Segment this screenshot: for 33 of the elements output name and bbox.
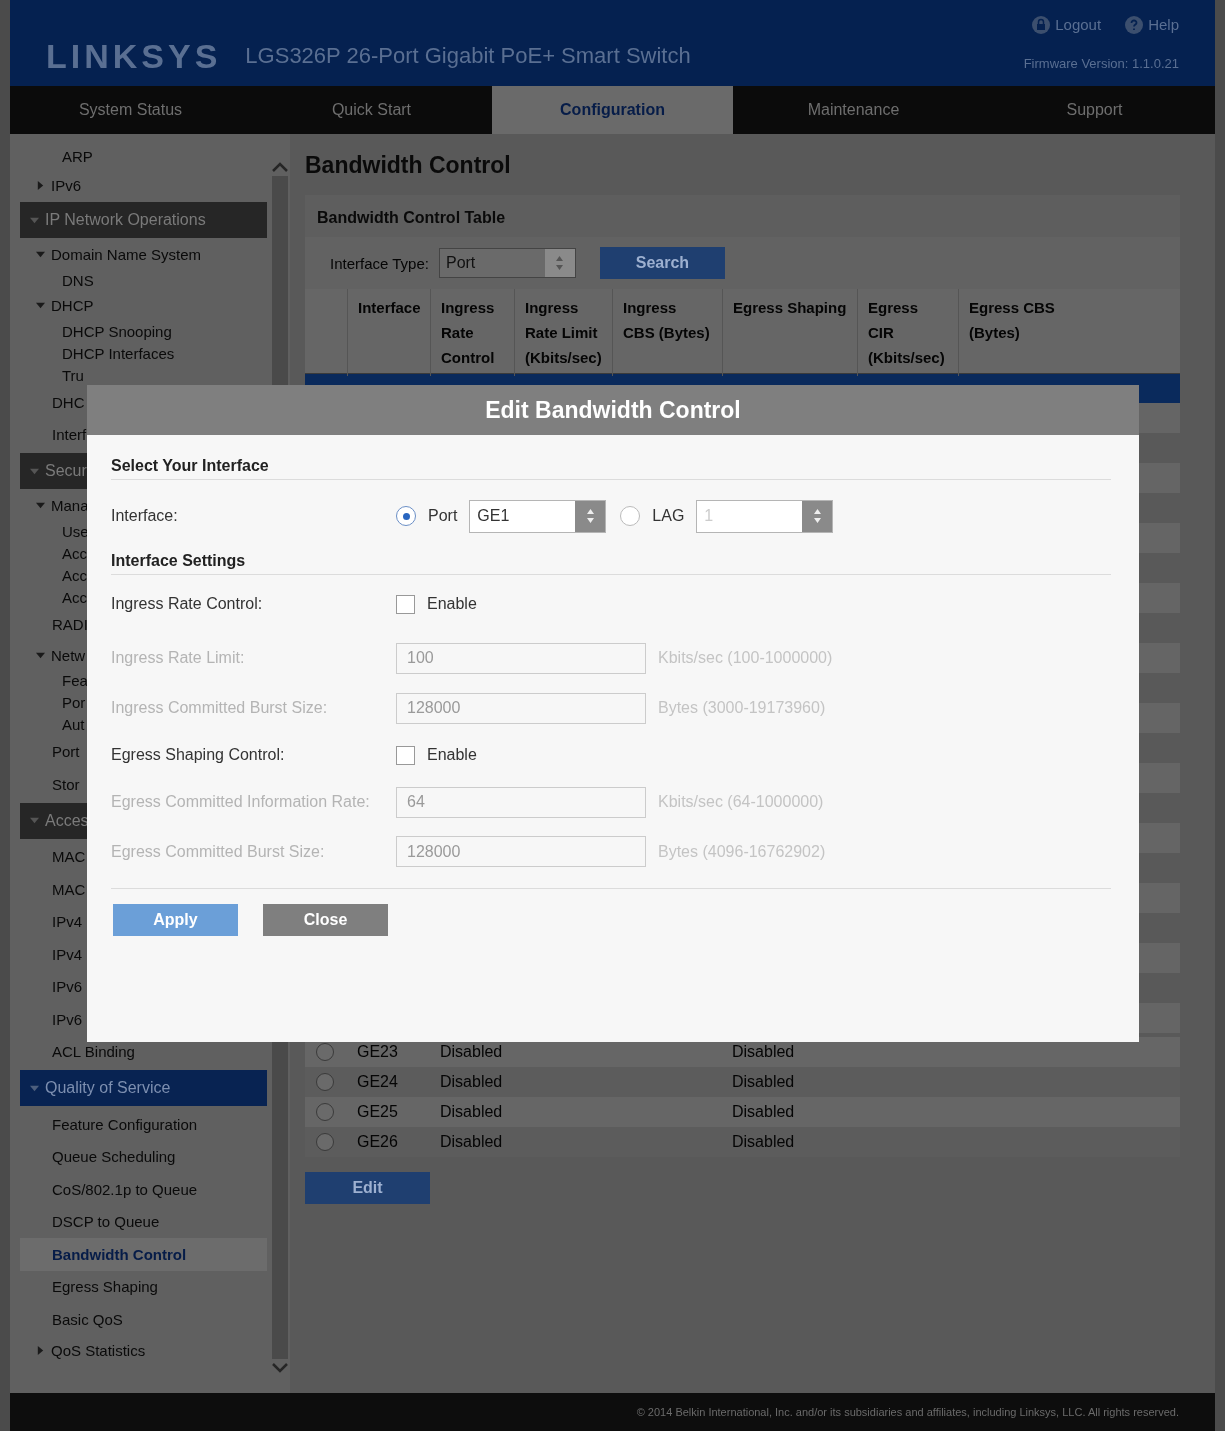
panel-title: Bandwidth Control Table	[316, 208, 507, 228]
logo: LINKSYS	[46, 36, 222, 76]
field-label: Egress Committed Burst Size:	[111, 842, 326, 861]
table-cell-text: Disabled	[731, 1103, 796, 1121]
product-title: LGS326P 26-Port Gigabit PoE+ Smart Switch	[245, 43, 691, 69]
table-cell-text: GE25	[356, 1103, 399, 1121]
field-label: Ingress Rate Control:	[111, 595, 264, 613]
table-cell-text: Disabled	[439, 1103, 504, 1121]
section-heading: Select Your Interface	[111, 457, 1111, 480]
filter-label: Interface Type:	[330, 254, 429, 272]
table-cell-text: Disabled	[731, 1133, 796, 1151]
table-cell-text: Disabled	[439, 1043, 504, 1061]
checkbox-label: Enable	[427, 746, 477, 764]
section-heading: Interface Settings	[111, 552, 1111, 575]
table-cell-text: Disabled	[731, 1073, 796, 1091]
copyright-text: © 2014 Belkin International, Inc. and/or its subsidiaries and affiliates, including Linksys, LLC. All rights reserved.	[10, 1393, 1215, 1431]
field-label: Interface:	[111, 507, 179, 525]
field-label: Ingress Committed Burst Size:	[111, 699, 329, 717]
table-cell-text: GE26	[356, 1133, 399, 1151]
table-cell-text: GE24	[356, 1073, 399, 1091]
checkbox-label: Enable	[427, 595, 477, 613]
table-cell-text: Disabled	[439, 1073, 504, 1091]
radio-label: Port	[428, 507, 458, 525]
field-label: Egress Committed Information Rate:	[111, 793, 371, 811]
field-label: Ingress Rate Limit:	[111, 649, 246, 667]
table-cell-text: GE23	[356, 1043, 399, 1061]
dialog-title: Edit Bandwidth Control	[87, 385, 1139, 435]
firmware-version: Firmware Version: 1.1.0.21	[1023, 55, 1179, 71]
table-cell-text: Disabled	[439, 1133, 504, 1151]
table-cell-text: Disabled	[731, 1043, 796, 1061]
radio-label: LAG	[652, 507, 685, 525]
page-title: Bandwidth Control	[305, 152, 512, 179]
field-label: Egress Shaping Control:	[111, 746, 286, 764]
